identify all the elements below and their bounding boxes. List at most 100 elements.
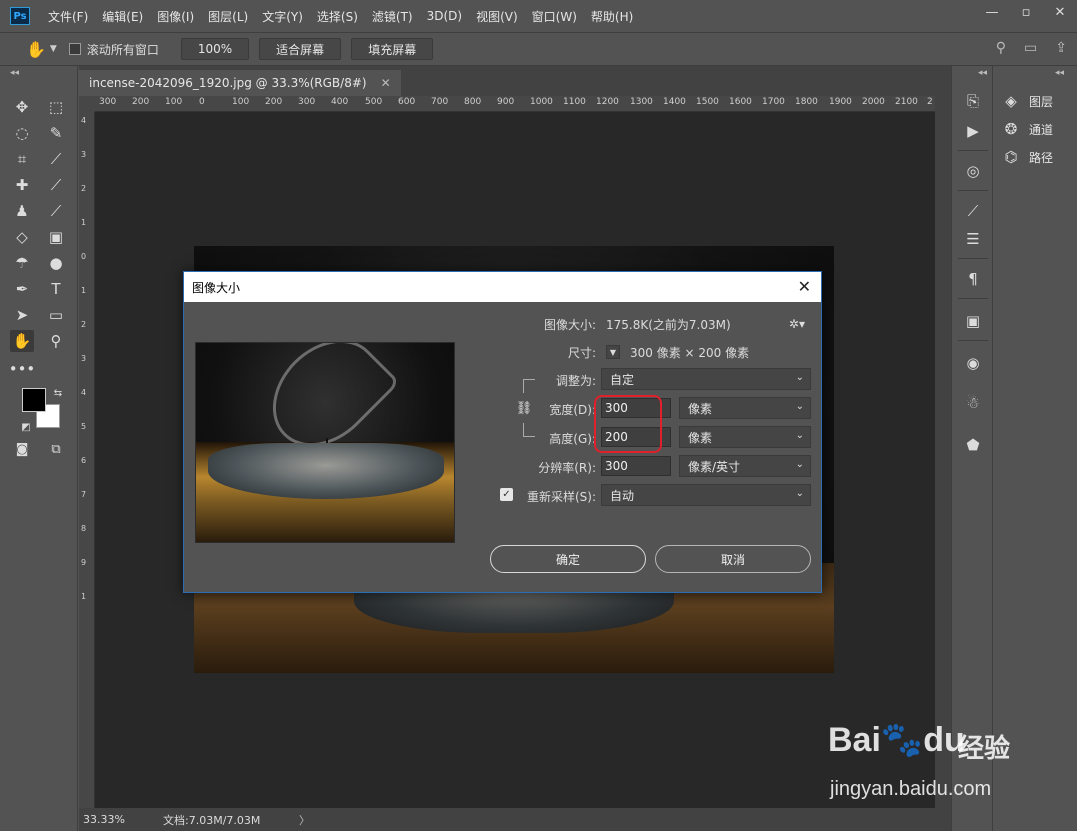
healing-brush-tool-icon[interactable]: ✚	[10, 174, 34, 196]
minimize-button[interactable]: —	[975, 0, 1009, 24]
resolution-unit-select[interactable]: 像素/英寸 ⌄	[679, 455, 811, 477]
menu-view[interactable]: 视图(V)	[476, 8, 518, 25]
ruler-tick: 300	[99, 97, 117, 107]
marquee-tool-icon[interactable]: ⬚	[44, 96, 68, 118]
foreground-color-swatch[interactable]	[22, 388, 46, 412]
chevron-down-icon[interactable]: ▼	[50, 44, 57, 54]
menu-window[interactable]: 窗口(W)	[532, 8, 577, 25]
width-unit-select[interactable]: 像素 ⌄	[679, 397, 811, 419]
collapse-arrows-icon[interactable]: ◂◂	[1055, 68, 1064, 78]
swatches-icon[interactable]: ⬟	[961, 434, 985, 456]
fit-to-select[interactable]: 自定 ⌄	[601, 368, 811, 390]
zoom-tool-icon[interactable]: ⚲	[44, 330, 68, 352]
default-colors-icon[interactable]: ◩	[14, 416, 38, 438]
menu-image[interactable]: 图像(I)	[157, 8, 194, 25]
menu-layer[interactable]: 图层(L)	[208, 8, 248, 25]
menu-filter[interactable]: 滤镜(T)	[372, 8, 413, 25]
collapse-arrows-icon[interactable]: ◂◂	[10, 68, 19, 78]
gradient-tool-icon[interactable]: ▣	[44, 226, 68, 248]
panel-layers[interactable]: ◈ 图层	[1001, 92, 1053, 110]
menu-select[interactable]: 选择(S)	[317, 8, 358, 25]
pen-tool-icon[interactable]: ✒	[10, 278, 34, 300]
hand-tool-preset-icon[interactable]: ✋	[26, 40, 46, 59]
ruler-tick: 1600	[729, 97, 752, 107]
layers-icon: ◈	[1005, 92, 1017, 110]
zoom-level[interactable]: 33.33%	[79, 813, 139, 826]
screen-mode-icon[interactable]: ⧉	[44, 438, 68, 460]
chevron-right-icon[interactable]: 〉	[299, 812, 310, 828]
libraries-icon[interactable]: ▣	[961, 310, 985, 332]
scroll-all-windows-checkbox[interactable]	[68, 43, 81, 55]
zoom-100-button[interactable]: 100%	[180, 38, 250, 60]
close-icon[interactable]: ✕	[381, 76, 391, 90]
more-tools-icon[interactable]: •••	[9, 358, 36, 380]
gear-icon[interactable]: ✲▾	[789, 317, 805, 331]
hand-tool-icon[interactable]: ✋	[10, 330, 34, 352]
swap-colors-icon[interactable]: ⇆	[46, 382, 70, 404]
vertical-scrollbar[interactable]	[935, 96, 951, 808]
document-tab[interactable]: incense-2042096_1920.jpg @ 33.3%(RGB/8#)…	[79, 70, 401, 96]
menu-3d[interactable]: 3D(D)	[427, 9, 462, 23]
ruler-tick: 1	[81, 286, 87, 295]
blur-tool-icon[interactable]: ☂	[10, 252, 34, 274]
adjustments-icon[interactable]: ☰	[961, 228, 985, 250]
width-label: 宽度(D):	[549, 403, 596, 417]
dodge-tool-icon[interactable]: ●	[44, 252, 68, 274]
panel-paths[interactable]: ⌬ 路径	[1001, 148, 1053, 166]
navigator-icon[interactable]: ◎	[961, 160, 985, 182]
panel-channels[interactable]: ❂ 通道	[1001, 120, 1053, 138]
fit-screen-button[interactable]: 适合屏幕	[259, 38, 342, 60]
history-icon[interactable]: ⎘	[961, 90, 985, 112]
history-brush-tool-icon[interactable]: ⟋	[44, 200, 68, 222]
brush-settings-icon[interactable]: ⟋	[961, 200, 985, 222]
ruler-tick: 2000	[862, 97, 885, 107]
actions-play-icon[interactable]: ▶	[961, 120, 985, 142]
close-icon[interactable]: ✕	[798, 277, 811, 296]
menu-edit[interactable]: 编辑(E)	[102, 8, 143, 25]
ok-button[interactable]: 确定	[490, 545, 646, 573]
clone-stamp-tool-icon[interactable]: ♟	[10, 200, 34, 222]
quick-mask-icon[interactable]: ◙	[10, 438, 34, 460]
collapse-arrows-icon[interactable]: ◂◂	[978, 68, 987, 78]
lasso-tool-icon[interactable]: ◌	[10, 122, 34, 144]
move-tool-icon[interactable]: ✥	[10, 96, 34, 118]
menu-type[interactable]: 文字(Y)	[262, 8, 303, 25]
resample-select[interactable]: 自动 ⌄	[601, 484, 811, 506]
channels-icon: ❂	[1004, 120, 1018, 138]
ruler-top: 300 200 100 0 100 200 300 400 500 600 70…	[95, 96, 935, 112]
type-tool-icon[interactable]: T	[44, 278, 68, 300]
ruler-tick: 200	[132, 97, 150, 107]
share-icon[interactable]: ⇪	[1055, 40, 1067, 56]
ruler-tick: 1	[81, 218, 87, 227]
search-icon[interactable]: ⚲	[996, 40, 1006, 56]
ruler-tick: 4	[81, 388, 87, 397]
chevron-down-icon: ⌄	[795, 459, 804, 470]
fill-screen-button[interactable]: 填充屏幕	[351, 38, 434, 60]
width-unit-value: 像素	[688, 401, 713, 416]
restore-button[interactable]: ▫	[1009, 0, 1043, 24]
brush-tool-icon[interactable]: ⟋	[44, 174, 68, 196]
path-select-tool-icon[interactable]: ➤	[10, 304, 34, 326]
menu-help[interactable]: 帮助(H)	[591, 8, 633, 25]
paragraph-icon[interactable]: ¶	[961, 268, 985, 290]
menu-file[interactable]: 文件(F)	[48, 8, 88, 25]
quick-select-tool-icon[interactable]: ✎	[44, 122, 68, 144]
properties-icon[interactable]: ◉	[961, 352, 985, 374]
divider	[958, 150, 988, 151]
height-unit-select[interactable]: 像素 ⌄	[679, 426, 811, 448]
resample-checkbox[interactable]: ✓	[500, 488, 513, 501]
image-size-dialog: 图像大小 ✕ 图像大小: 175.8K(之前为7.03M) ✲▾ 尺寸: ▼ 3…	[183, 271, 822, 593]
ruler-corner	[79, 96, 95, 112]
cancel-button[interactable]: 取消	[655, 545, 811, 573]
eyedropper-tool-icon[interactable]: ⟋	[44, 148, 68, 170]
rectangle-tool-icon[interactable]: ▭	[44, 304, 68, 326]
info-icon[interactable]: ☃	[961, 392, 985, 414]
crop-tool-icon[interactable]: ⌗	[10, 148, 34, 170]
image-preview[interactable]	[195, 342, 455, 543]
resolution-input[interactable]: 300	[601, 456, 671, 476]
menu-bar: Ps 文件(F) 编辑(E) 图像(I) 图层(L) 文字(Y) 选择(S) 滤…	[0, 0, 1077, 32]
eraser-tool-icon[interactable]: ◇	[10, 226, 34, 248]
chevron-down-icon[interactable]: ▼	[606, 345, 620, 359]
close-window-button[interactable]: ✕	[1043, 0, 1077, 24]
workspace-icon[interactable]: ▭	[1024, 40, 1037, 56]
